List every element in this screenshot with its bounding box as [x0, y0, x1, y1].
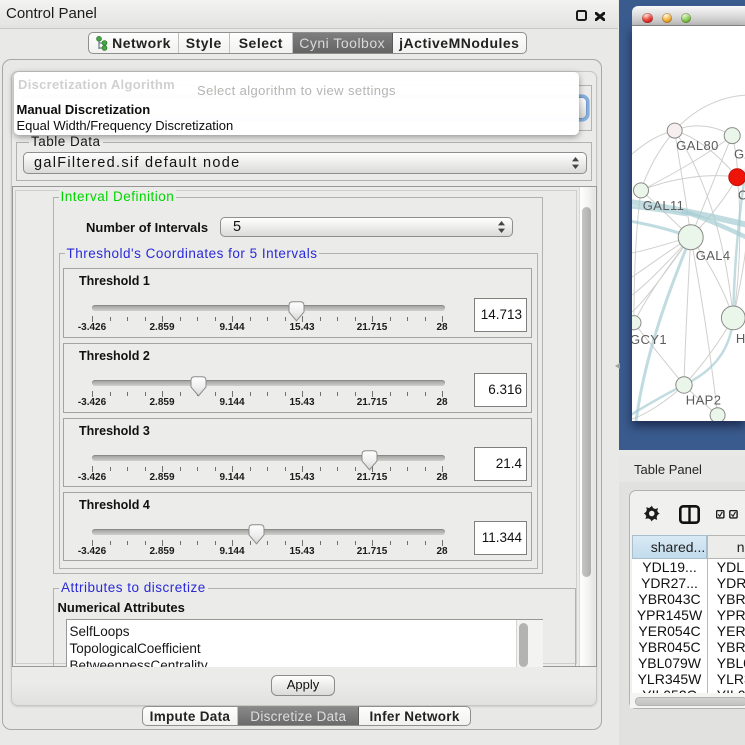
- svg-text:HAP2: HAP2: [686, 393, 722, 408]
- svg-text:GAL4: GAL4: [696, 248, 731, 263]
- svg-text:HA: HA: [736, 331, 745, 346]
- svg-text:GA: GA: [734, 147, 745, 162]
- svg-text:GCY1: GCY1: [632, 332, 667, 347]
- svg-text:C: C: [738, 188, 745, 203]
- svg-text:GAL11: GAL11: [643, 198, 685, 213]
- svg-text:GAL80: GAL80: [676, 138, 718, 153]
